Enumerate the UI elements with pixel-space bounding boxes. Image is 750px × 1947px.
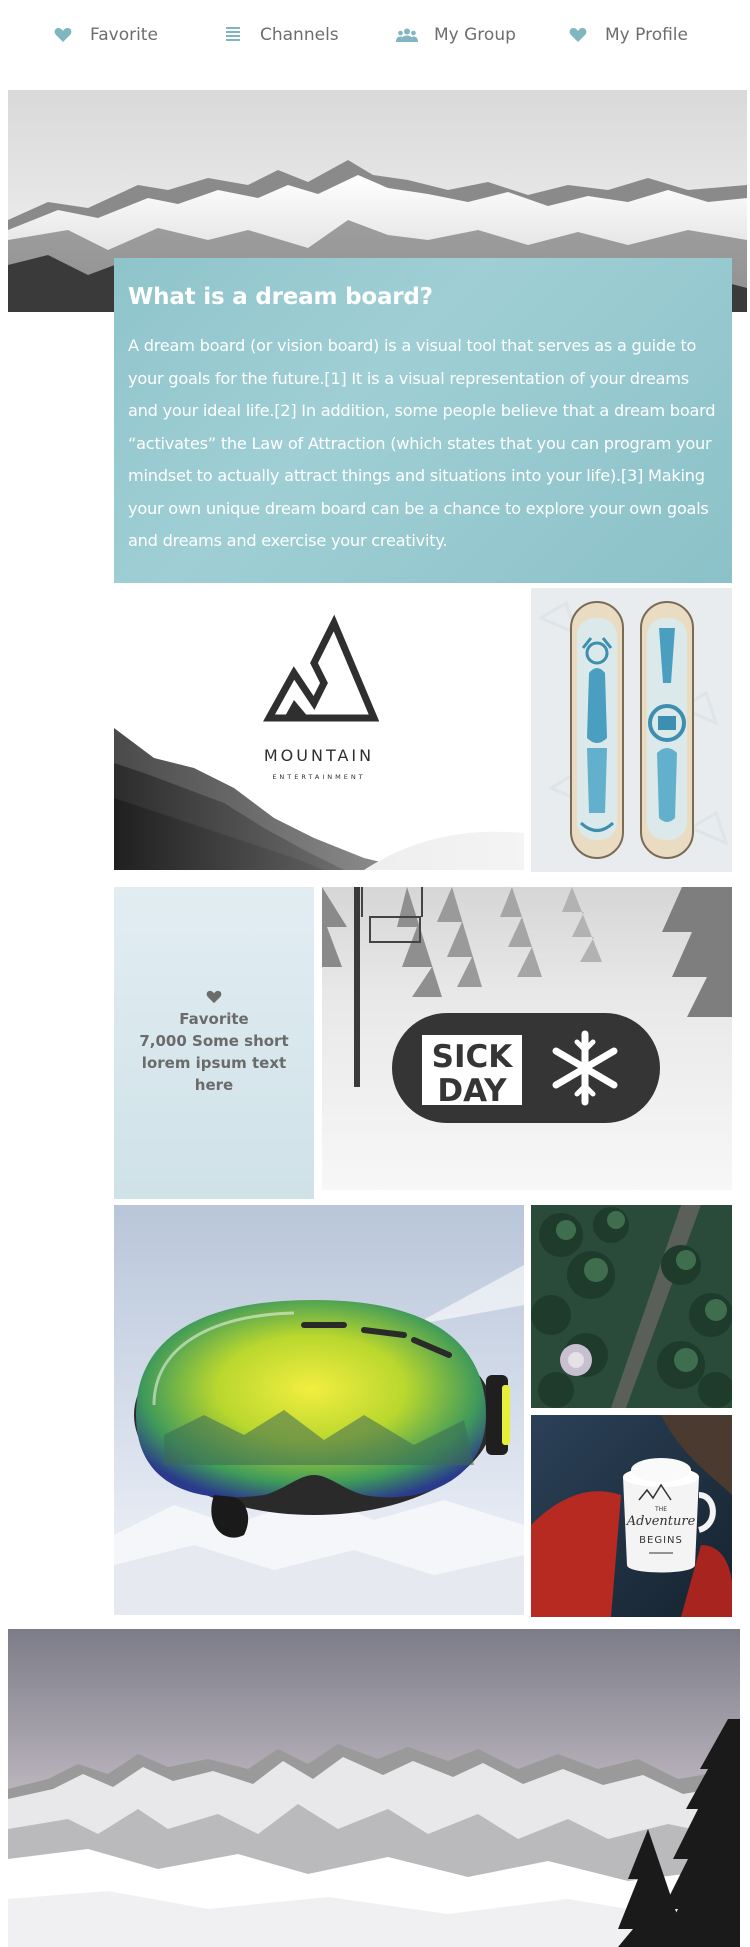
forest-aerial-image[interactable] bbox=[531, 1205, 732, 1408]
info-body: A dream board (or vision board) is a vis… bbox=[128, 336, 716, 550]
snowboards-image[interactable] bbox=[531, 588, 732, 872]
mug-line3: BEGINS bbox=[639, 1535, 683, 1546]
info-title: What is a dream board? bbox=[128, 284, 433, 310]
nav-my-profile-label: My Profile bbox=[605, 25, 688, 45]
favorite-card[interactable]: Favorite 7,000 Some short lorem ipsum te… bbox=[114, 887, 314, 1199]
heart-icon bbox=[52, 24, 74, 46]
nav-my-profile[interactable]: My Profile bbox=[567, 20, 688, 50]
sick-day-line2: DAY bbox=[437, 1073, 507, 1109]
nav-channels-label: Channels bbox=[260, 25, 339, 45]
sick-day-image[interactable]: SICK DAY bbox=[322, 887, 732, 1190]
nav-channels[interactable]: Channels bbox=[222, 20, 339, 50]
heart-icon bbox=[206, 990, 222, 1004]
nav-my-group[interactable]: My Group bbox=[396, 20, 516, 50]
mug-line2: Adventure bbox=[626, 1514, 696, 1529]
top-nav: Favorite Channels My Group My Profile bbox=[0, 0, 750, 70]
sick-day-line1: SICK bbox=[432, 1039, 514, 1075]
favorite-card-title: Favorite bbox=[179, 1010, 249, 1028]
mug-line1: THE bbox=[654, 1506, 667, 1513]
sick-day-badge: SICK DAY bbox=[392, 1013, 660, 1123]
dream-board-info-box: What is a dream board? A dream board (or… bbox=[114, 258, 732, 583]
nav-favorite[interactable]: Favorite bbox=[52, 20, 158, 50]
group-icon bbox=[396, 24, 418, 46]
mountain-entertainment-image[interactable]: MOUNTAIN ENTERTAINMENT bbox=[114, 588, 524, 870]
list-icon bbox=[222, 24, 244, 46]
nav-favorite-label: Favorite bbox=[90, 25, 158, 45]
favorite-card-text: 7,000 Some short lorem ipsum text here bbox=[139, 1032, 289, 1094]
nav-my-group-label: My Group bbox=[434, 25, 516, 45]
bottom-mountain-image bbox=[8, 1629, 740, 1947]
goggles-image[interactable] bbox=[114, 1205, 524, 1615]
heart-icon bbox=[567, 24, 589, 46]
adventure-mug-image[interactable]: THE Adventure BEGINS bbox=[531, 1415, 732, 1617]
mountain-logo-name: MOUNTAIN bbox=[264, 746, 374, 765]
mountain-logo-tagline: ENTERTAINMENT bbox=[272, 773, 365, 781]
